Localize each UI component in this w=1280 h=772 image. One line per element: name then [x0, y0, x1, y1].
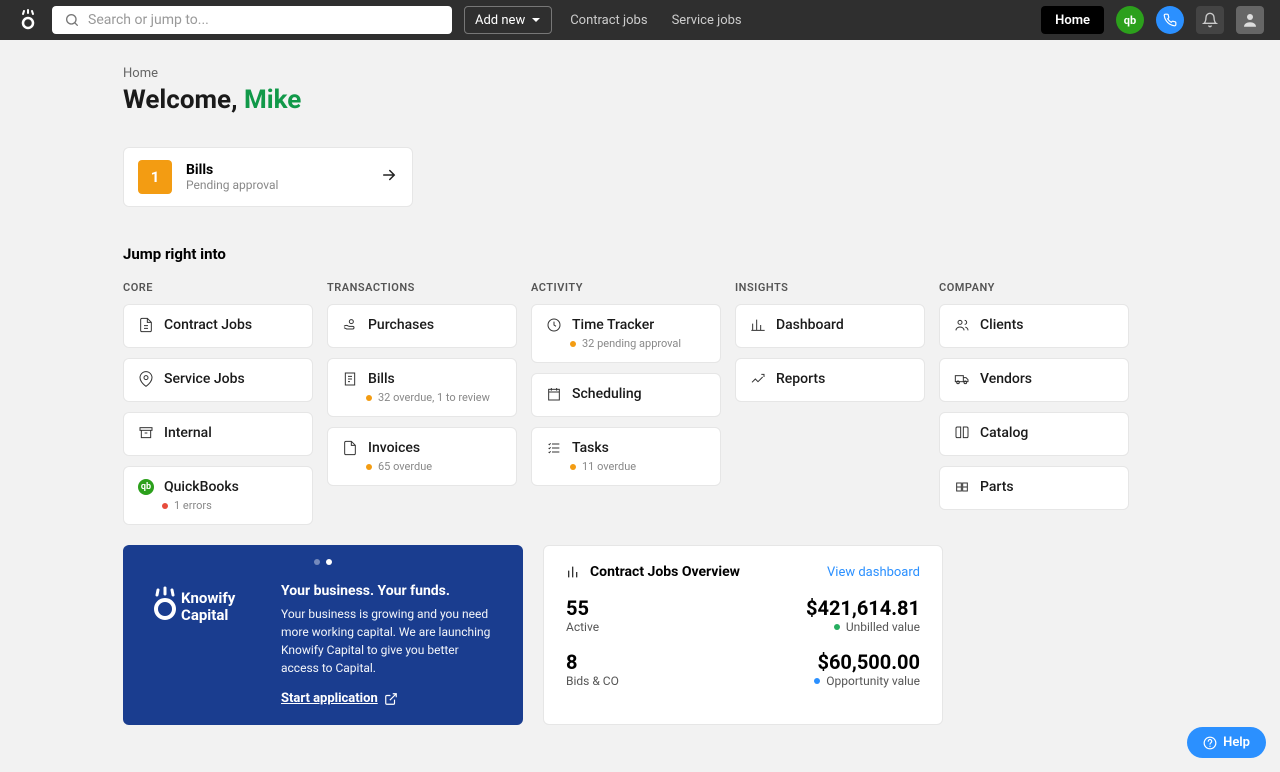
hand-coins-icon [342, 317, 358, 333]
phone-button[interactable] [1156, 6, 1184, 34]
start-application-link[interactable]: Start application [281, 691, 398, 706]
chevron-down-icon [531, 15, 541, 25]
tile-catalog[interactable]: Catalog [939, 412, 1129, 456]
status-dot [366, 464, 372, 470]
invoice-icon [342, 440, 358, 456]
archive-icon [138, 425, 154, 441]
tile-bills[interactable]: Bills32 overdue, 1 to review [327, 358, 517, 417]
tile-quickbooks[interactable]: qbQuickBooks1 errors [123, 466, 313, 525]
tile-tasks[interactable]: Tasks11 overdue [531, 427, 721, 486]
tile-scheduling[interactable]: Scheduling [531, 373, 721, 417]
svg-text:Knowify: Knowify [181, 589, 236, 607]
col-company-label: COMPANY [939, 281, 1129, 294]
tile-reports[interactable]: Reports [735, 358, 925, 402]
bills-pending-card[interactable]: 1 Bills Pending approval [123, 147, 413, 207]
quickbooks-icon: qb [138, 479, 154, 495]
external-link-icon [384, 692, 398, 706]
knowify-capital-logo: Knowify Capital [151, 583, 261, 706]
book-icon [954, 425, 970, 441]
truck-icon [954, 371, 970, 387]
status-dot [570, 341, 576, 347]
receipt-icon [342, 371, 358, 387]
tile-dashboard[interactable]: Dashboard [735, 304, 925, 348]
unbilled-value: $421,614.81 [806, 596, 920, 620]
tile-contract-jobs[interactable]: Contract Jobs [123, 304, 313, 348]
tile-invoices[interactable]: Invoices65 overdue [327, 427, 517, 486]
notifications-button[interactable] [1196, 6, 1224, 34]
col-activity-label: ACTIVITY [531, 281, 721, 294]
col-core-label: CORE [123, 281, 313, 294]
col-insights-label: INSIGHTS [735, 281, 925, 294]
bar-chart-icon [750, 317, 766, 333]
add-new-label: Add new [475, 13, 525, 28]
contract-jobs-overview: Contract Jobs Overview View dashboard 55… [543, 545, 943, 725]
opportunity-label: Opportunity value [814, 674, 920, 688]
tile-vendors[interactable]: Vendors [939, 358, 1129, 402]
help-button[interactable]: Help [1187, 727, 1266, 758]
bills-card-subtitle: Pending approval [186, 178, 278, 192]
promo-title: Your business. Your funds. [281, 583, 495, 599]
status-dot [570, 464, 576, 470]
nav-contract-jobs[interactable]: Contract jobs [564, 13, 653, 28]
col-transactions-label: TRANSACTIONS [327, 281, 517, 294]
status-dot [366, 395, 372, 401]
search-wrap [52, 6, 452, 34]
help-icon [1203, 736, 1217, 750]
active-label: Active [566, 620, 599, 634]
overview-title: Contract Jobs Overview [566, 564, 740, 580]
page-title: Welcome, Mike [123, 85, 1157, 115]
bids-label: Bids & CO [566, 674, 619, 688]
quick-links: CORE Contract Jobs Service Jobs Internal… [123, 281, 1157, 535]
active-count: 55 [566, 596, 599, 620]
tile-service-jobs[interactable]: Service Jobs [123, 358, 313, 402]
unbilled-label: Unbilled value [806, 620, 920, 634]
promo-description: Your business is growing and you need mo… [281, 605, 495, 677]
avatar-button[interactable] [1236, 6, 1264, 34]
bills-card-title: Bills [186, 162, 278, 178]
jump-heading: Jump right into [123, 245, 1157, 263]
topbar: Add new Contract jobs Service jobs Home … [0, 0, 1280, 40]
pin-icon [138, 371, 154, 387]
tile-clients[interactable]: Clients [939, 304, 1129, 348]
clock-icon [546, 317, 562, 333]
view-dashboard-link[interactable]: View dashboard [827, 565, 920, 580]
home-button[interactable]: Home [1041, 6, 1104, 34]
nav-service-jobs[interactable]: Service jobs [666, 13, 748, 28]
bell-icon [1202, 12, 1218, 28]
arrow-right-icon [380, 166, 398, 188]
user-icon [1241, 11, 1259, 29]
parts-icon [954, 479, 970, 495]
carousel-dots[interactable] [314, 559, 332, 565]
add-new-button[interactable]: Add new [464, 6, 552, 34]
checklist-icon [546, 440, 562, 456]
tile-internal[interactable]: Internal [123, 412, 313, 456]
search-input[interactable] [52, 6, 452, 34]
calendar-icon [546, 386, 562, 402]
trend-icon [750, 371, 766, 387]
promo-card: Knowify Capital Your business. Your fund… [123, 545, 523, 725]
svg-text:Capital: Capital [181, 606, 228, 624]
users-icon [954, 317, 970, 333]
opportunity-value: $60,500.00 [814, 650, 920, 674]
bills-count-badge: 1 [138, 160, 172, 194]
tile-purchases[interactable]: Purchases [327, 304, 517, 348]
quickbooks-button[interactable]: qb [1116, 6, 1144, 34]
breadcrumb: Home [123, 66, 1157, 81]
phone-icon [1163, 13, 1177, 27]
tile-time-tracker[interactable]: Time Tracker32 pending approval [531, 304, 721, 363]
bids-count: 8 [566, 650, 619, 674]
app-logo[interactable] [16, 8, 40, 32]
search-icon [64, 12, 80, 28]
tile-parts[interactable]: Parts [939, 466, 1129, 510]
status-dot [162, 503, 168, 509]
document-icon [138, 317, 154, 333]
bar-chart-icon [566, 564, 582, 580]
